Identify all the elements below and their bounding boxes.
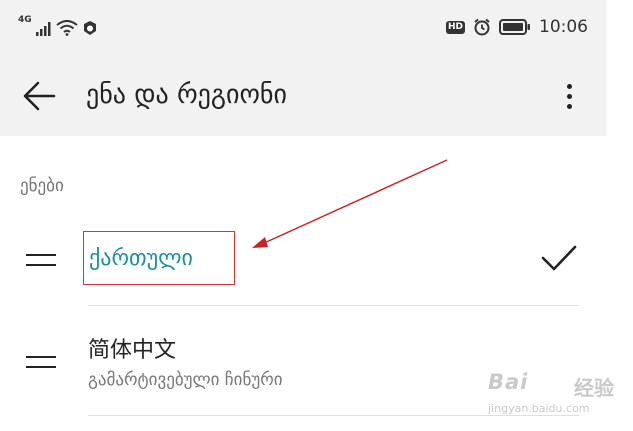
drag-handle-icon[interactable] bbox=[26, 354, 56, 372]
clock: 10:06 bbox=[539, 17, 588, 37]
app-bar: ენა და რეგიონი bbox=[0, 56, 606, 136]
status-left: 4G bbox=[18, 14, 98, 36]
language-row-georgian[interactable]: ქართული bbox=[0, 216, 606, 306]
status-right: HD 10:06 bbox=[445, 16, 588, 38]
more-vertical-icon[interactable] bbox=[554, 74, 584, 118]
hd-badge: HD bbox=[445, 20, 465, 34]
status-bar: 4G HD 10:06 bbox=[0, 0, 606, 56]
watermark-text: 经验 bbox=[574, 376, 614, 400]
more-dot bbox=[566, 93, 572, 99]
network-type: 4G bbox=[18, 15, 32, 25]
language-title-selected: ქართული bbox=[83, 231, 235, 285]
signal-icon bbox=[35, 22, 51, 36]
watermark-url: jingyan.baidu.com bbox=[488, 402, 590, 415]
watermark-logo: Bai bbox=[488, 370, 529, 394]
language-title: 简体中文 bbox=[88, 338, 177, 363]
battery-icon bbox=[499, 19, 530, 35]
section-header: ენები bbox=[20, 176, 64, 196]
watermark: Bai 经验 jingyan.baidu.com bbox=[478, 360, 628, 422]
language-title: ქართული bbox=[89, 245, 193, 271]
back-arrow-icon[interactable] bbox=[20, 78, 60, 114]
page-title: ენა და რეგიონი bbox=[86, 80, 287, 110]
check-icon bbox=[541, 245, 577, 271]
language-subtitle: გამარტივებული ჩინური bbox=[88, 370, 283, 390]
more-dot bbox=[566, 83, 572, 89]
alarm-icon bbox=[474, 18, 490, 36]
more-dot bbox=[566, 103, 572, 109]
drag-handle-icon[interactable] bbox=[26, 252, 56, 270]
wifi-icon bbox=[56, 20, 78, 36]
notification-icon bbox=[83, 21, 96, 35]
